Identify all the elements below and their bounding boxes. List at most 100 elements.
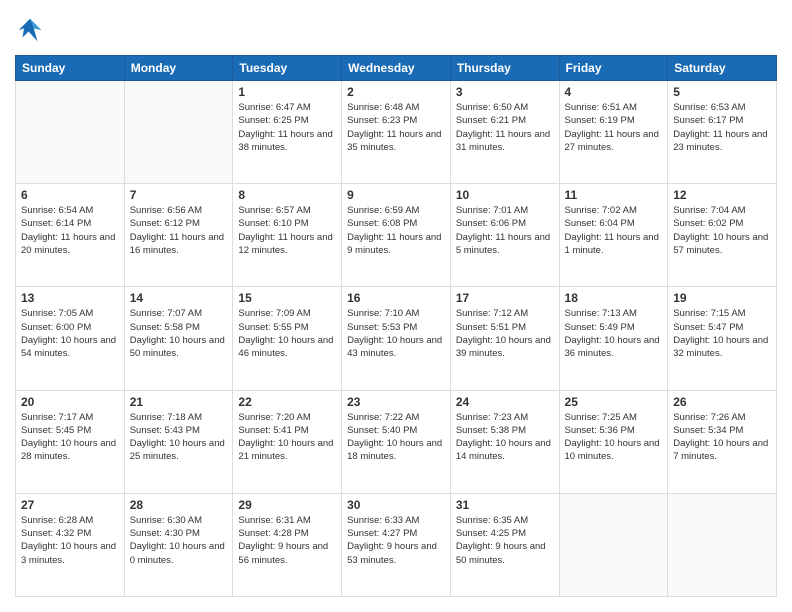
- logo-bird-icon: [15, 15, 45, 45]
- cell-info: Sunrise: 6:30 AM Sunset: 4:30 PM Dayligh…: [130, 514, 228, 567]
- calendar-cell: 18 Sunrise: 7:13 AM Sunset: 5:49 PM Dayli…: [559, 287, 668, 390]
- calendar-cell: [16, 81, 125, 184]
- day-number: 15: [238, 291, 336, 305]
- day-number: 23: [347, 395, 445, 409]
- day-number: 26: [673, 395, 771, 409]
- calendar-header-row: SundayMondayTuesdayWednesdayThursdayFrid…: [16, 56, 777, 81]
- day-number: 22: [238, 395, 336, 409]
- calendar-cell: 30Sunrise: 6:33 AM Sunset: 4:27 PM Dayli…: [342, 493, 451, 596]
- day-number: 20: [21, 395, 119, 409]
- calendar-cell: [124, 81, 233, 184]
- calendar-table: SundayMondayTuesdayWednesdayThursdayFrid…: [15, 55, 777, 597]
- day-number: 17: [456, 291, 554, 305]
- cell-info: Sunrise: 6:35 AM Sunset: 4:25 PM Dayligh…: [456, 514, 554, 567]
- cell-info: Sunrise: 6:59 AM Sunset: 6:08 PM Dayligh…: [347, 204, 445, 257]
- day-number: 31: [456, 498, 554, 512]
- calendar-cell: 6 Sunrise: 6:54 AM Sunset: 6:14 PM Daylig…: [16, 184, 125, 287]
- day-number: 27: [21, 498, 119, 512]
- logo: [15, 15, 49, 45]
- page: SundayMondayTuesdayWednesdayThursdayFrid…: [0, 0, 792, 612]
- calendar-cell: 2 Sunrise: 6:48 AM Sunset: 6:23 PM Daylig…: [342, 81, 451, 184]
- cell-info: Sunrise: 6:28 AM Sunset: 4:32 PM Dayligh…: [21, 514, 119, 567]
- cell-info: Sunrise: 7:26 AM Sunset: 5:34 PM Dayligh…: [673, 411, 771, 464]
- calendar-header-tuesday: Tuesday: [233, 56, 342, 81]
- calendar-week-0: 1 Sunrise: 6:47 AM Sunset: 6:25 PM Daylig…: [16, 81, 777, 184]
- cell-info: Sunrise: 7:01 AM Sunset: 6:06 PM Dayligh…: [456, 204, 554, 257]
- calendar-cell: 13 Sunrise: 7:05 AM Sunset: 6:00 PM Dayli…: [16, 287, 125, 390]
- cell-info: Sunrise: 6:48 AM Sunset: 6:23 PM Dayligh…: [347, 101, 445, 154]
- day-number: 6: [21, 188, 119, 202]
- calendar-cell: 21 Sunrise: 7:18 AM Sunset: 5:43 PM Dayli…: [124, 390, 233, 493]
- calendar-cell: 8 Sunrise: 6:57 AM Sunset: 6:10 PM Daylig…: [233, 184, 342, 287]
- calendar-cell: 19Sunrise: 7:15 AM Sunset: 5:47 PM Dayli…: [668, 287, 777, 390]
- cell-info: Sunrise: 7:02 AM Sunset: 6:04 PM Dayligh…: [565, 204, 663, 257]
- calendar-cell: 14 Sunrise: 7:07 AM Sunset: 5:58 PM Dayli…: [124, 287, 233, 390]
- day-number: 24: [456, 395, 554, 409]
- day-number: 25: [565, 395, 663, 409]
- calendar-week-2: 13 Sunrise: 7:05 AM Sunset: 6:00 PM Dayli…: [16, 287, 777, 390]
- cell-info: Sunrise: 6:47 AM Sunset: 6:25 PM Dayligh…: [238, 101, 336, 154]
- day-number: 18: [565, 291, 663, 305]
- calendar-cell: 20Sunrise: 7:17 AM Sunset: 5:45 PM Dayli…: [16, 390, 125, 493]
- day-number: 29: [238, 498, 336, 512]
- cell-info: Sunrise: 6:54 AM Sunset: 6:14 PM Dayligh…: [21, 204, 119, 257]
- calendar-header-thursday: Thursday: [450, 56, 559, 81]
- cell-info: Sunrise: 7:09 AM Sunset: 5:55 PM Dayligh…: [238, 307, 336, 360]
- day-number: 16: [347, 291, 445, 305]
- calendar-cell: [559, 493, 668, 596]
- day-number: 12: [673, 188, 771, 202]
- cell-info: Sunrise: 7:07 AM Sunset: 5:58 PM Dayligh…: [130, 307, 228, 360]
- cell-info: Sunrise: 7:10 AM Sunset: 5:53 PM Dayligh…: [347, 307, 445, 360]
- day-number: 5: [673, 85, 771, 99]
- calendar-cell: 26 Sunrise: 7:26 AM Sunset: 5:34 PM Dayli…: [668, 390, 777, 493]
- calendar-cell: 11 Sunrise: 7:02 AM Sunset: 6:04 PM Dayli…: [559, 184, 668, 287]
- calendar-cell: 1 Sunrise: 6:47 AM Sunset: 6:25 PM Daylig…: [233, 81, 342, 184]
- cell-info: Sunrise: 7:13 AM Sunset: 5:49 PM Dayligh…: [565, 307, 663, 360]
- day-number: 8: [238, 188, 336, 202]
- day-number: 21: [130, 395, 228, 409]
- day-number: 1: [238, 85, 336, 99]
- cell-info: Sunrise: 7:18 AM Sunset: 5:43 PM Dayligh…: [130, 411, 228, 464]
- calendar-cell: 29Sunrise: 6:31 AM Sunset: 4:28 PM Dayli…: [233, 493, 342, 596]
- calendar-cell: 4 Sunrise: 6:51 AM Sunset: 6:19 PM Daylig…: [559, 81, 668, 184]
- calendar-cell: 5Sunrise: 6:53 AM Sunset: 6:17 PM Daylig…: [668, 81, 777, 184]
- calendar-cell: 22Sunrise: 7:20 AM Sunset: 5:41 PM Dayli…: [233, 390, 342, 493]
- calendar-cell: 27 Sunrise: 6:28 AM Sunset: 4:32 PM Dayli…: [16, 493, 125, 596]
- calendar-cell: 15 Sunrise: 7:09 AM Sunset: 5:55 PM Dayli…: [233, 287, 342, 390]
- day-number: 28: [130, 498, 228, 512]
- calendar-cell: [668, 493, 777, 596]
- calendar-cell: 16 Sunrise: 7:10 AM Sunset: 5:53 PM Dayli…: [342, 287, 451, 390]
- calendar-header-monday: Monday: [124, 56, 233, 81]
- day-number: 9: [347, 188, 445, 202]
- header: [15, 15, 777, 45]
- cell-info: Sunrise: 7:25 AM Sunset: 5:36 PM Dayligh…: [565, 411, 663, 464]
- cell-info: Sunrise: 7:15 AM Sunset: 5:47 PM Dayligh…: [673, 307, 771, 360]
- calendar-header-saturday: Saturday: [668, 56, 777, 81]
- cell-info: Sunrise: 6:33 AM Sunset: 4:27 PM Dayligh…: [347, 514, 445, 567]
- cell-info: Sunrise: 6:51 AM Sunset: 6:19 PM Dayligh…: [565, 101, 663, 154]
- calendar-week-1: 6 Sunrise: 6:54 AM Sunset: 6:14 PM Daylig…: [16, 184, 777, 287]
- calendar-week-3: 20Sunrise: 7:17 AM Sunset: 5:45 PM Dayli…: [16, 390, 777, 493]
- calendar-cell: 23 Sunrise: 7:22 AM Sunset: 5:40 PM Dayli…: [342, 390, 451, 493]
- calendar-cell: 3Sunrise: 6:50 AM Sunset: 6:21 PM Daylig…: [450, 81, 559, 184]
- cell-info: Sunrise: 7:04 AM Sunset: 6:02 PM Dayligh…: [673, 204, 771, 257]
- cell-info: Sunrise: 7:05 AM Sunset: 6:00 PM Dayligh…: [21, 307, 119, 360]
- day-number: 2: [347, 85, 445, 99]
- calendar-cell: 12 Sunrise: 7:04 AM Sunset: 6:02 PM Dayli…: [668, 184, 777, 287]
- day-number: 13: [21, 291, 119, 305]
- calendar-cell: 10 Sunrise: 7:01 AM Sunset: 6:06 PM Dayli…: [450, 184, 559, 287]
- cell-info: Sunrise: 7:12 AM Sunset: 5:51 PM Dayligh…: [456, 307, 554, 360]
- day-number: 11: [565, 188, 663, 202]
- day-number: 4: [565, 85, 663, 99]
- calendar-header-wednesday: Wednesday: [342, 56, 451, 81]
- cell-info: Sunrise: 6:57 AM Sunset: 6:10 PM Dayligh…: [238, 204, 336, 257]
- calendar-cell: 7Sunrise: 6:56 AM Sunset: 6:12 PM Daylig…: [124, 184, 233, 287]
- day-number: 10: [456, 188, 554, 202]
- calendar-week-4: 27 Sunrise: 6:28 AM Sunset: 4:32 PM Dayli…: [16, 493, 777, 596]
- calendar-cell: 9 Sunrise: 6:59 AM Sunset: 6:08 PM Daylig…: [342, 184, 451, 287]
- day-number: 7: [130, 188, 228, 202]
- cell-info: Sunrise: 6:50 AM Sunset: 6:21 PM Dayligh…: [456, 101, 554, 154]
- cell-info: Sunrise: 7:22 AM Sunset: 5:40 PM Dayligh…: [347, 411, 445, 464]
- day-number: 14: [130, 291, 228, 305]
- cell-info: Sunrise: 7:23 AM Sunset: 5:38 PM Dayligh…: [456, 411, 554, 464]
